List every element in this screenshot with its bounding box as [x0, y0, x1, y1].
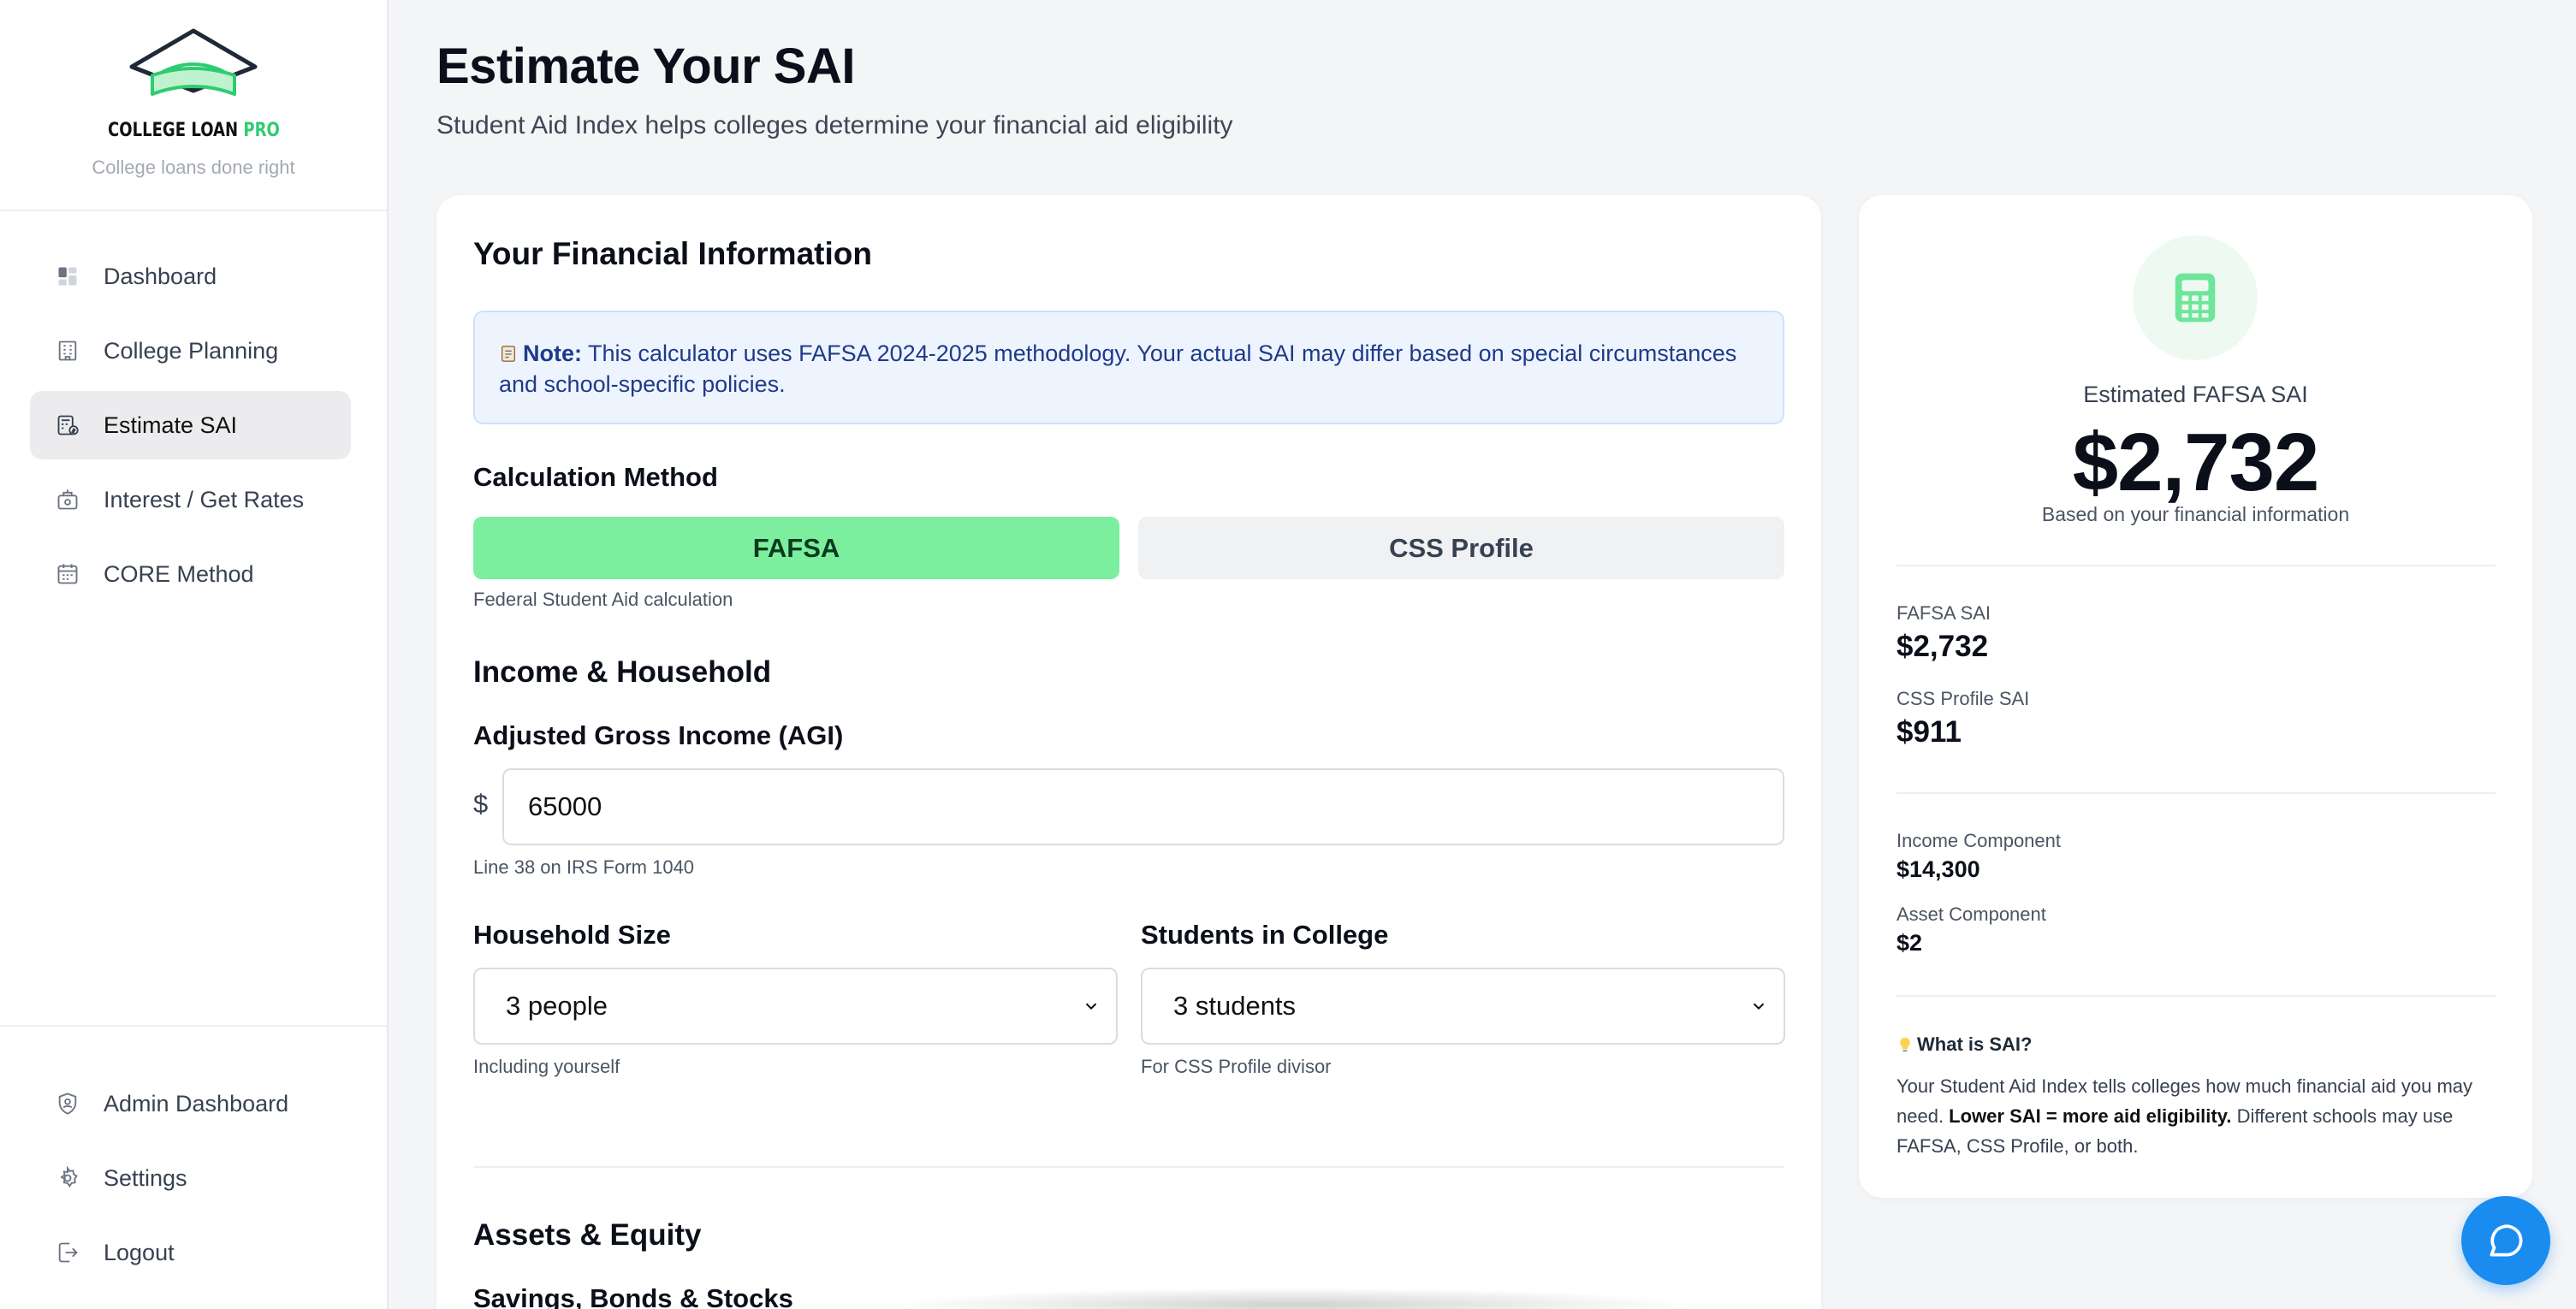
method-fafsa-button[interactable]: FAFSA — [473, 517, 1119, 579]
gear-icon — [56, 1166, 80, 1190]
sidebar-item-estimate-sai[interactable]: Estimate SAI — [30, 391, 351, 459]
sidebar-item-label: Estimate SAI — [104, 412, 238, 438]
brand-name: COLLEGE LOAN PRO — [108, 120, 280, 141]
sidebar-item-interest-rates[interactable]: Interest / Get Rates — [30, 465, 351, 534]
chevron-down-icon — [1753, 1003, 1765, 1010]
sidebar-item-label: College Planning — [104, 337, 279, 364]
financial-info-card: Your Financial Information Note: This ca… — [436, 195, 1821, 1309]
money-box-icon — [56, 488, 80, 512]
summary-divider — [1896, 792, 2496, 794]
summary-divider — [1896, 995, 2496, 997]
sidebar-item-settings[interactable]: Settings — [30, 1144, 351, 1212]
savings-label: Savings, Bonds & Stocks — [473, 1283, 793, 1309]
sidebar-item-logout[interactable]: Logout — [30, 1218, 351, 1287]
fafsa-sai-label: FAFSA SAI — [1896, 602, 1991, 624]
asset-component-value: $2 — [1896, 930, 1923, 956]
chat-support-button[interactable] — [2461, 1196, 2550, 1285]
assets-equity-heading: Assets & Equity — [473, 1218, 702, 1252]
calc-method-label: Calculation Method — [473, 462, 718, 492]
css-profile-sai-label: CSS Profile SAI — [1896, 688, 2030, 709]
summary-divider — [1896, 565, 2496, 566]
students-in-college-select[interactable]: 3 students — [1141, 968, 1785, 1045]
method-css-profile-button[interactable]: CSS Profile — [1138, 517, 1784, 579]
card-title: Your Financial Information — [473, 236, 872, 271]
what-is-sai-title: What is SAI? — [1917, 1034, 2033, 1055]
sidebar-item-admin-dashboard[interactable]: Admin Dashboard — [30, 1069, 351, 1138]
css-profile-sai-value: $911 — [1896, 715, 1962, 749]
household-size-value: 3 people — [506, 991, 608, 1021]
sidebar-item-label: Admin Dashboard — [104, 1090, 289, 1116]
brand: COLLEGE LOAN PRO College loans done righ… — [0, 0, 387, 211]
sidebar-item-label: Logout — [104, 1239, 175, 1265]
asset-component-label: Asset Component — [1896, 903, 2046, 925]
income-household-heading: Income & Household — [473, 655, 772, 689]
chat-bubble-icon — [2490, 1224, 2523, 1257]
page-subtitle: Student Aid Index helps colleges determi… — [436, 111, 1233, 139]
dashboard-icon — [56, 264, 80, 288]
household-size-hint: Including yourself — [473, 1056, 620, 1077]
what-is-sai-text: Your Student Aid Index tells colleges ho… — [1896, 1071, 2496, 1161]
note-prefix: Note: — [523, 341, 582, 366]
building-icon — [56, 339, 80, 363]
estimated-sai-value: $2,732 — [2072, 417, 2320, 508]
income-component-label: Income Component — [1896, 830, 2061, 851]
students-in-college-hint: For CSS Profile divisor — [1141, 1056, 1332, 1077]
calculator-icon — [2175, 273, 2216, 323]
sidebar-item-college-planning[interactable]: College Planning — [30, 317, 351, 385]
main-nav: Dashboard College Planning Estimate SAI … — [30, 242, 351, 614]
lightbulb-icon — [1900, 1037, 1910, 1052]
sidebar-item-dashboard[interactable]: Dashboard — [30, 242, 351, 311]
chevron-down-icon — [1085, 1003, 1097, 1010]
sidebar-item-label: Settings — [104, 1164, 187, 1191]
section-divider — [473, 1166, 1784, 1168]
shield-user-icon — [56, 1092, 80, 1116]
students-in-college-value: 3 students — [1173, 991, 1297, 1021]
sidebar-item-core-method[interactable]: CORE Method — [30, 540, 351, 608]
household-size-select[interactable]: 3 people — [473, 968, 1118, 1045]
calendar-grid-icon — [56, 562, 80, 586]
household-size-label: Household Size — [473, 920, 671, 950]
sidebar: COLLEGE LOAN PRO College loans done righ… — [0, 0, 389, 1309]
income-component-value: $14,300 — [1896, 856, 1980, 882]
currency-symbol: $ — [473, 789, 489, 819]
clipboard-icon — [501, 346, 516, 362]
sidebar-item-label: Interest / Get Rates — [104, 486, 305, 512]
brand-name-main: COLLEGE LOAN — [107, 120, 238, 141]
brand-tagline: College loans done right — [92, 157, 295, 178]
methodology-note: Note: This calculator uses FAFSA 2024-20… — [473, 311, 1784, 424]
estimated-sai-subtext: Based on your financial information — [2041, 503, 2350, 525]
page-title: Estimate Your SAI — [436, 38, 855, 94]
sidebar-bottom-nav: Admin Dashboard Settings Logout — [0, 1025, 387, 1293]
students-in-college-label: Students in College — [1141, 920, 1389, 950]
logout-icon — [56, 1241, 80, 1265]
estimated-sai-label: Estimated FAFSA SAI — [2083, 382, 2308, 407]
agi-input[interactable]: 65000 — [502, 768, 1784, 845]
sidebar-item-label: Dashboard — [104, 263, 217, 289]
brand-name-accent: PRO — [242, 120, 280, 141]
note-text: This calculator uses FAFSA 2024-2025 met… — [499, 341, 1737, 397]
calculator-badge — [2133, 235, 2258, 360]
agi-hint: Line 38 on IRS Form 1040 — [473, 856, 695, 878]
what-is-sai-heading: What is SAI? — [1896, 1034, 2032, 1056]
sidebar-item-label: CORE Method — [104, 560, 254, 587]
what-text-bold: Lower SAI = more aid eligibility. — [1949, 1105, 2232, 1127]
agi-label: Adjusted Gross Income (AGI) — [473, 720, 844, 750]
calculator-dollar-icon — [56, 413, 80, 437]
method-hint: Federal Student Aid calculation — [473, 589, 733, 610]
graduation-cap-logo[interactable] — [125, 24, 262, 118]
fafsa-sai-value: $2,732 — [1896, 630, 1989, 663]
sai-summary-card: Estimated FAFSA SAI $2,732 Based on your… — [1859, 195, 2532, 1198]
